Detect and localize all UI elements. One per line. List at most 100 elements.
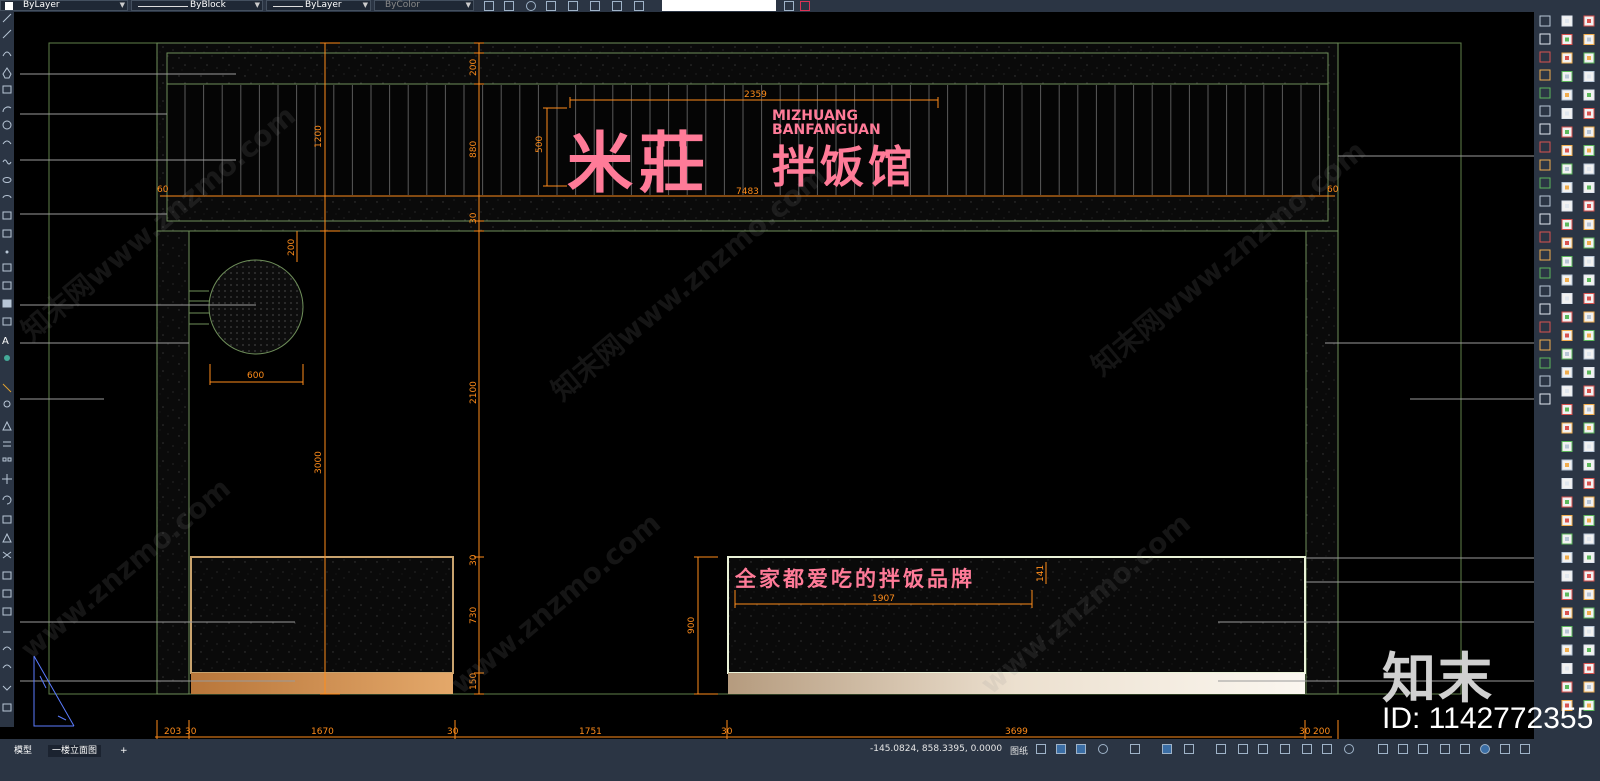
insert-block-icon	[2, 211, 12, 220]
toolbar-tool-glyph	[1565, 93, 1569, 97]
annotation-visibility-icon[interactable]	[1302, 744, 1312, 754]
infer-constraints-icon[interactable]	[1056, 744, 1066, 754]
line-tool-icon	[2, 13, 12, 23]
toolbar-tool-icon	[1539, 105, 1551, 117]
toolbar-tool-icon	[1539, 213, 1551, 225]
toolbar-tool-glyph	[1565, 370, 1569, 375]
toolbar-tool-glyph	[1565, 37, 1569, 42]
tab-layout[interactable]: 一楼立面图	[48, 745, 102, 757]
tab-add-layout[interactable]: +	[116, 745, 132, 757]
layer-dropdown[interactable]: ByLayer ▼	[0, 0, 128, 11]
quick-properties-icon[interactable]	[1418, 744, 1428, 754]
dimension-toolbar	[1534, 12, 1600, 739]
osnap-icon[interactable]	[1130, 744, 1140, 754]
close-panel-icon[interactable]	[800, 1, 810, 11]
isolate-objects-icon[interactable]	[1460, 744, 1470, 754]
toolbar-tool-icon	[1539, 87, 1551, 99]
sign-title-en-2: BANFANGUAN	[772, 122, 881, 138]
linetype-dropdown[interactable]: ByBlock ▼	[131, 0, 263, 11]
toolbar-tool-icon	[1539, 249, 1551, 261]
tab-model[interactable]: 模型	[10, 745, 36, 757]
transparency-icon[interactable]	[1238, 744, 1248, 754]
toolbar-tool-icon	[1539, 123, 1551, 135]
svg-text:A: A	[2, 336, 9, 347]
selection-cycling-icon[interactable]	[1258, 744, 1268, 754]
toolbar-tool-glyph	[1587, 333, 1591, 338]
draw-tools-icons[interactable]: A	[0, 12, 14, 727]
toolbar-tool-icon	[1539, 357, 1551, 369]
quick-tools	[480, 1, 660, 11]
toolbar-tool-icon	[1539, 393, 1551, 405]
round-sign-bracket	[189, 290, 209, 325]
toolbar-tool-glyph	[1587, 56, 1591, 60]
toolbar-tool-glyph	[1587, 296, 1591, 301]
toolbar-tool-glyph	[1565, 407, 1569, 412]
toolbar-tool-icon	[1539, 267, 1551, 279]
match-properties-icon[interactable]	[484, 1, 494, 11]
hardware-acceleration-icon[interactable]	[1480, 744, 1490, 754]
measure-icon[interactable]	[568, 1, 578, 11]
toolbar-tool-icon	[1539, 51, 1551, 63]
toolbar-tool-glyph	[1587, 148, 1591, 153]
toolbar-tool-glyph	[1565, 333, 1569, 338]
toolbar-tool-glyph	[1565, 185, 1569, 190]
elevation-drawing: 米莊 MIZHUANG BANFANGUAN 拌饭馆 全家都爱吃的拌饭品牌 23…	[20, 42, 1534, 739]
lock-ui-icon[interactable]	[1440, 744, 1450, 754]
rectangle-tool-icon	[2, 85, 12, 94]
units-icon[interactable]	[1398, 744, 1408, 754]
clean-screen-icon[interactable]	[1500, 744, 1510, 754]
toolbar-tool-glyph	[1587, 592, 1591, 597]
customization-icon[interactable]	[1520, 744, 1530, 754]
autoscale-icon[interactable]	[1322, 744, 1332, 754]
left-counter-base	[191, 673, 453, 694]
toolbar-tool-glyph	[1565, 648, 1569, 652]
dim-sign-width: 2359	[744, 90, 767, 100]
annotation-monitor-icon[interactable]	[1378, 744, 1388, 754]
arc-tool-icon	[2, 106, 12, 113]
toolbar-tool-glyph	[1565, 481, 1569, 486]
toolbar-tool-glyph	[1587, 315, 1591, 319]
edit-icon[interactable]	[590, 1, 600, 11]
toolbar-tool-glyph	[1565, 463, 1569, 467]
paper-space-toggle[interactable]: 图纸	[1010, 744, 1028, 757]
toolbar-tool-icon	[1539, 231, 1551, 243]
toolbar-tool-glyph	[1587, 574, 1591, 578]
toolbar-tool-icon	[1539, 15, 1551, 27]
otrack-icon[interactable]	[1162, 744, 1172, 754]
model-canvas[interactable]: 米莊 MIZHUANG BANFANGUAN 拌饭馆 全家都爱吃的拌饭品牌 23…	[14, 12, 1534, 739]
polar-icon[interactable]	[1098, 744, 1108, 754]
lineweight-dropdown[interactable]: ByLayer ▼	[266, 0, 371, 11]
dynamic-input-icon[interactable]	[1184, 744, 1194, 754]
toolbar-tool-glyph	[1587, 389, 1591, 393]
window-icon[interactable]	[784, 1, 794, 11]
plotstyle-dropdown[interactable]: ByColor ▼	[374, 0, 474, 11]
command-input[interactable]	[662, 0, 776, 11]
toolbar-tool-glyph	[1587, 130, 1591, 134]
dim-upper-total: 1200	[314, 125, 324, 148]
toolbar-tool-icon	[1539, 177, 1551, 189]
hatch-tool-icon	[2, 263, 12, 272]
group-icon[interactable]	[546, 1, 556, 11]
snap-grid-icon[interactable]	[1036, 744, 1046, 754]
toolbar-tool-glyph	[1587, 463, 1591, 467]
rotate-tool-icon	[2, 495, 12, 505]
toolbar-tool-glyph	[1565, 426, 1569, 430]
toolbar-tool-glyph	[1565, 130, 1569, 134]
toolbar-tool-glyph	[1587, 555, 1591, 560]
layer-icon[interactable]	[504, 1, 514, 11]
lineweight-icon[interactable]	[1216, 744, 1226, 754]
toolbar-tool-glyph	[1565, 685, 1569, 689]
workspace-gear-icon[interactable]	[1344, 744, 1354, 754]
toolbar-tool-glyph	[1587, 204, 1591, 208]
3d-osnap-icon[interactable]	[1280, 744, 1290, 754]
round-sign	[208, 259, 304, 355]
dim-fascia-width: 7483	[736, 187, 759, 197]
toolbar-tool-glyph	[1587, 370, 1591, 375]
ortho-icon[interactable]	[1076, 744, 1086, 754]
isolate-icon[interactable]	[526, 1, 536, 11]
right-tools-icons[interactable]	[1534, 12, 1600, 739]
pen-icon	[2, 383, 12, 393]
brush-icon[interactable]	[634, 1, 644, 11]
dim-counter-height: 900	[687, 617, 697, 634]
style-icon[interactable]	[612, 1, 622, 11]
